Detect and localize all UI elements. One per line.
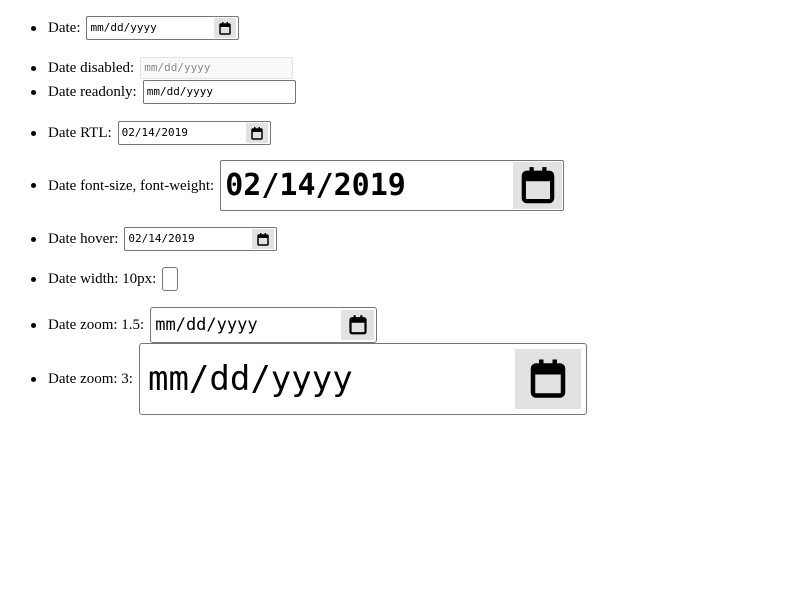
bullet (31, 322, 36, 328)
date-label: Date: (48, 20, 81, 36)
calendar-icon (250, 126, 263, 140)
bullet (31, 25, 36, 31)
bullet (31, 89, 36, 95)
bullet (31, 236, 36, 242)
date-font-label: Date font-size, font-weight: (48, 177, 215, 194)
bullet (31, 65, 36, 71)
date-zoom-3-label: Date zoom: 3: (48, 371, 133, 387)
list-item: Date font-size, font-weight: 02/14/2019 (0, 160, 565, 211)
date-hover-label: Date hover: (48, 231, 119, 247)
bullet (31, 276, 36, 282)
calendar-icon (257, 232, 270, 246)
date-value: 02/14/2019 (121, 126, 188, 139)
calendar-icon (219, 21, 232, 35)
list-item: Date: mm/dd/yyyy (0, 16, 240, 40)
date-readonly-input[interactable]: mm/dd/yyyy (142, 80, 296, 104)
date-width-label: Date width: 10px: (48, 271, 157, 287)
bullet (31, 183, 36, 188)
date-rtl-label: Date RTL: (48, 125, 112, 141)
calendar-icon (530, 359, 566, 398)
list-item: Date readonly: mm/dd/yyyy (0, 80, 296, 104)
date-disabled-input: mm/dd/yyyy (140, 57, 294, 79)
calendar-picker-button[interactable] (513, 162, 563, 209)
calendar-picker-button[interactable] (514, 349, 581, 409)
calendar-icon (521, 167, 554, 204)
date-zoom-1-5-input[interactable]: mm/dd/yyyy (150, 307, 378, 343)
date-value: mm/dd/yyyy (144, 61, 211, 74)
list-item: Date width: 10px: (0, 267, 179, 291)
date-zoom-1-5-label: Date zoom: 1.5: (48, 317, 145, 333)
date-disabled-label: Date disabled: (48, 60, 135, 76)
calendar-picker-button[interactable] (245, 123, 268, 143)
calendar-picker-button[interactable] (214, 18, 237, 38)
bullet (31, 376, 36, 382)
date-value: mm/dd/yyyy (155, 315, 258, 335)
bullet (31, 130, 36, 136)
date-rtl-input[interactable]: 02/14/2019 (117, 121, 271, 145)
date-readonly-label: Date readonly: (48, 84, 137, 100)
calendar-picker-button[interactable] (341, 310, 375, 340)
list-item: Date disabled: mm/dd/yyyy (0, 57, 294, 79)
date-value: 02/14/2019 (225, 167, 406, 203)
date-value: mm/dd/yyyy (90, 21, 157, 34)
calendar-icon (349, 315, 367, 335)
date-input[interactable]: mm/dd/yyyy (86, 16, 240, 40)
list-item: Date zoom: 3: mm/dd/yyyy (0, 343, 587, 415)
list-item: Date zoom: 1.5: mm/dd/yyyy (0, 307, 378, 343)
date-value: 02/14/2019 (128, 232, 195, 245)
date-zoom-3-input[interactable]: mm/dd/yyyy (138, 343, 587, 415)
date-hover-input[interactable]: 02/14/2019 (124, 227, 278, 251)
list-item: Date RTL: 02/14/2019 (0, 121, 271, 145)
calendar-picker-button[interactable] (252, 229, 275, 249)
date-font-input[interactable]: 02/14/2019 (220, 160, 565, 211)
date-value: mm/dd/yyyy (147, 359, 353, 399)
date-value: mm/dd/yyyy (146, 85, 213, 98)
list-item: Date hover: 02/14/2019 (0, 227, 278, 251)
date-width-input[interactable] (162, 267, 179, 291)
